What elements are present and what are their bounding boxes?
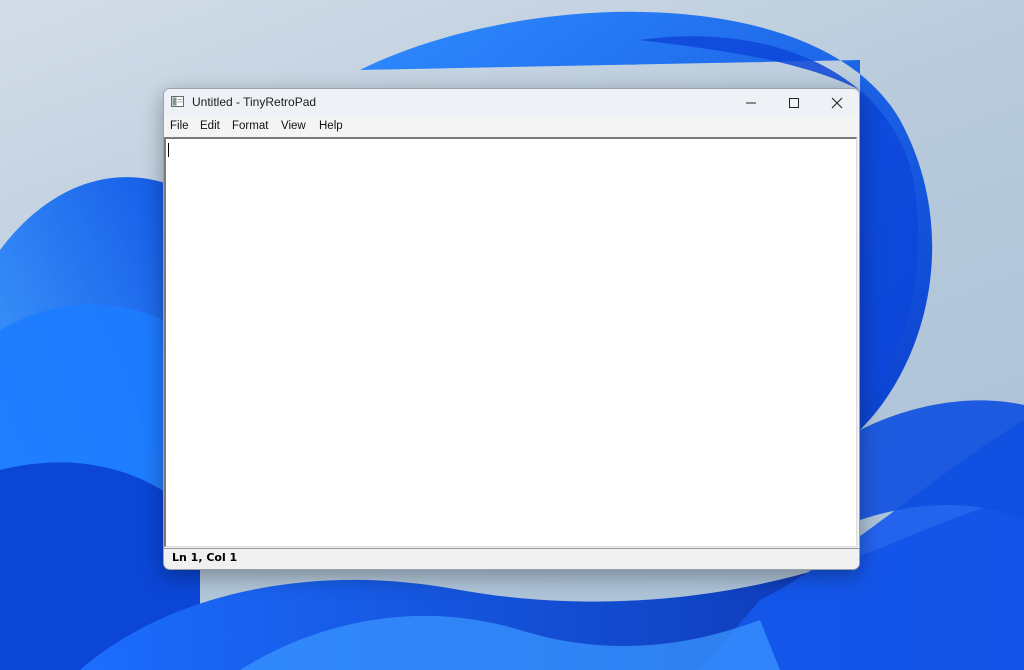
- menu-view[interactable]: View: [281, 120, 306, 132]
- desktop: Untitled - TinyRetroPad File Edit Format…: [0, 0, 1024, 670]
- menu-help[interactable]: Help: [319, 120, 343, 132]
- status-bar: Ln 1, Col 1: [164, 548, 859, 568]
- maximize-button[interactable]: [772, 89, 816, 116]
- cursor-position: Ln 1, Col 1: [172, 551, 238, 564]
- maximize-icon: [789, 97, 799, 108]
- menu-bar: File Edit Format View Help: [164, 116, 859, 137]
- title-bar[interactable]: Untitled - TinyRetroPad: [164, 89, 859, 116]
- menu-file[interactable]: File: [170, 120, 189, 132]
- close-button[interactable]: [815, 89, 859, 116]
- text-editor[interactable]: [164, 137, 857, 547]
- minimize-icon: [746, 102, 756, 103]
- menu-format[interactable]: Format: [232, 120, 268, 132]
- text-caret: [168, 143, 169, 157]
- window-title: Untitled - TinyRetroPad: [192, 95, 317, 109]
- notepad-app-icon: [171, 96, 184, 107]
- minimize-button[interactable]: [729, 89, 773, 116]
- close-icon: [831, 97, 843, 108]
- menu-edit[interactable]: Edit: [200, 120, 220, 132]
- notepad-window: Untitled - TinyRetroPad File Edit Format…: [163, 88, 860, 570]
